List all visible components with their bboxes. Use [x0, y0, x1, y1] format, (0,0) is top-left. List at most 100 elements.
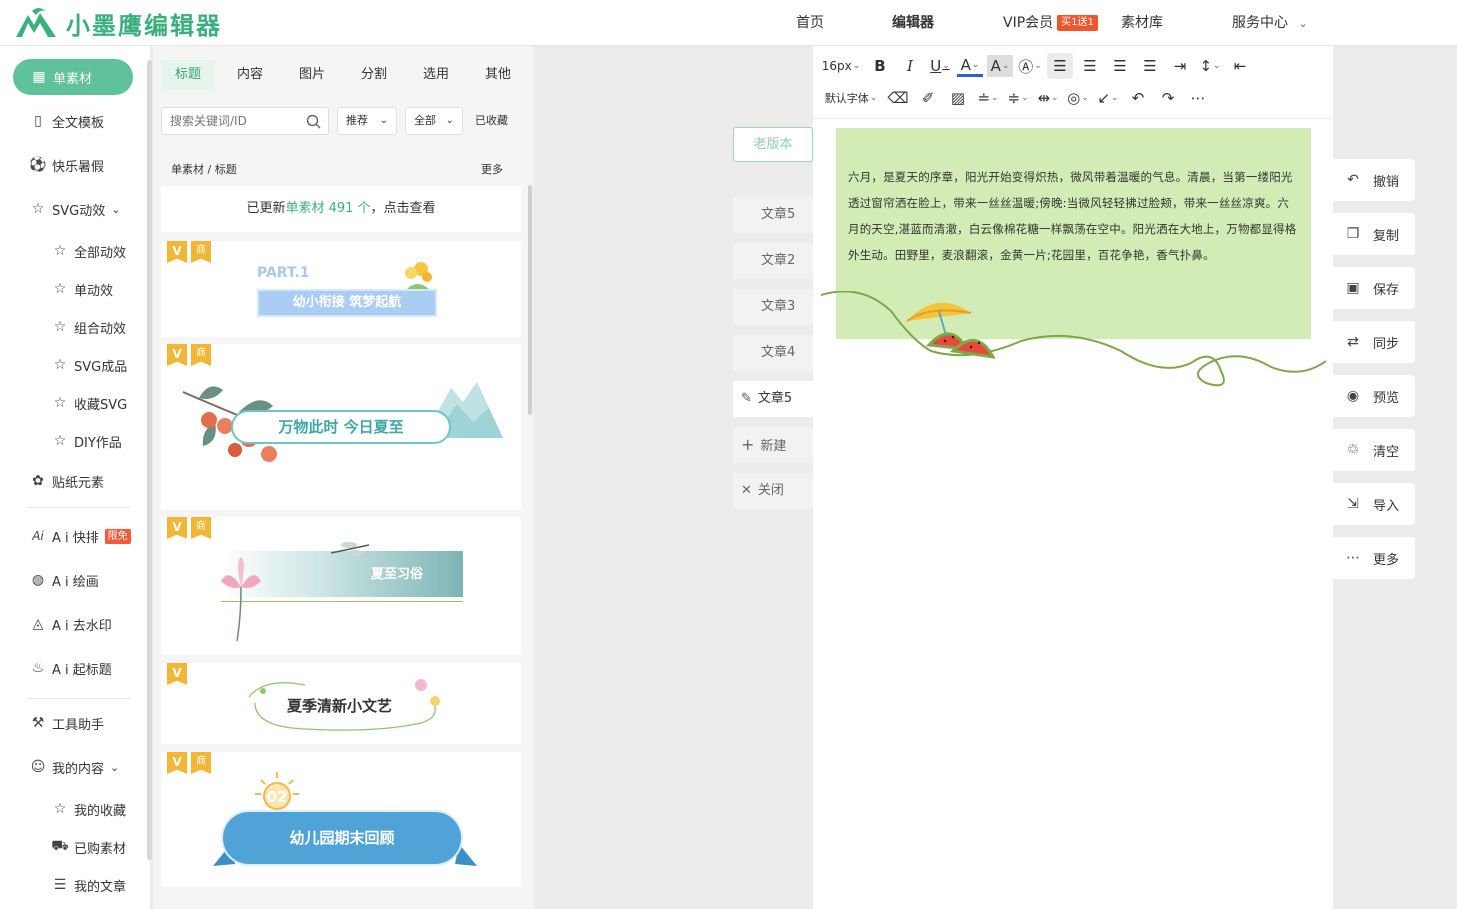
align-right-icon[interactable]: ☰ — [1107, 53, 1133, 79]
clear-button[interactable]: ♲ 清空 — [1333, 429, 1415, 471]
sidebar-item-full-template[interactable]: ▯ 全文模板 — [0, 104, 150, 138]
line-height-icon[interactable]: ↕ ⌄ — [1197, 53, 1223, 79]
spacing-after-icon[interactable]: ≑ ⌄ — [1005, 85, 1031, 111]
sidebar-item-ai-layout[interactable]: Ai A i 快排 限免 — [0, 519, 150, 553]
font-size-select[interactable]: 16px ⌄ — [819, 53, 863, 79]
content-paragraph[interactable]: 六月，是夏天的序章，阳光开始变得炽热，微风带着温暖的气息。清晨，当第一缕阳光透过… — [848, 164, 1300, 268]
search-input[interactable] — [162, 108, 292, 134]
sidebar-item-single-effect[interactable]: ☆ 单动效 — [0, 272, 150, 306]
sidebar-item-ai-title[interactable]: ♨ A i 起标题 — [0, 651, 150, 685]
close-article-button[interactable]: ✕ 关闭 — [733, 473, 813, 509]
font-color-icon[interactable]: A ⌄ — [957, 55, 983, 77]
sidebar-scrollbar[interactable] — [147, 60, 152, 860]
chevron-down-icon: ⌄ — [379, 115, 388, 126]
divider — [28, 507, 130, 508]
redo-icon[interactable]: ↷ — [1155, 85, 1181, 111]
material-card[interactable]: V 商 万物此时 今日夏至 — [161, 344, 521, 510]
materials-scrollbar[interactable] — [528, 185, 532, 415]
update-notice[interactable]: 已更新单素材 491 个，点击查看 — [161, 186, 521, 232]
nav-vip[interactable]: VIP会员 买1送1 — [1003, 0, 1098, 46]
search-icon[interactable] — [306, 114, 321, 129]
sidebar-item-svg-finished[interactable]: ☆ SVG成品 — [0, 348, 150, 382]
nav-service-label: 服务中心 — [1232, 15, 1288, 31]
sidebar-item-svg-favorites[interactable]: ☆ 收藏SVG — [0, 386, 150, 420]
sidebar-item-tools[interactable]: ⚒ 工具助手 — [0, 706, 150, 740]
edit-icon: ✎ — [741, 391, 752, 406]
sort-dropdown[interactable]: 推荐 ⌄ — [337, 107, 397, 135]
user-icon: ☺ — [30, 759, 46, 775]
spacing-before-icon[interactable]: ≐ ⌄ — [975, 85, 1001, 111]
doc-icon: ☰ — [53, 877, 67, 893]
font-family-select[interactable]: 默认字体 ⌄ — [821, 85, 881, 111]
sync-button[interactable]: ⇄ 同步 — [1333, 321, 1415, 363]
save-button[interactable]: ▣ 保存 — [1333, 267, 1415, 309]
import-button[interactable]: ⇲ 导入 — [1333, 483, 1415, 525]
underline-icon[interactable]: U ⌄ — [927, 53, 953, 79]
sidebar-item-my-content[interactable]: ☺ 我的内容 ⌄ — [0, 750, 150, 784]
align-justify-icon[interactable]: ☰ — [1137, 53, 1163, 79]
star-icon: ☆ — [53, 357, 67, 373]
tab-title[interactable]: 标题 — [161, 60, 215, 90]
sidebar-item-ai-draw[interactable]: ◍ A i 绘画 — [0, 563, 150, 597]
material-card[interactable]: V 夏季清新小文艺 — [161, 663, 521, 744]
article-tab[interactable]: 文章4 — [733, 335, 813, 371]
undo-icon[interactable]: ↶ — [1125, 85, 1151, 111]
old-version-button[interactable]: 老版本 — [733, 127, 813, 162]
align-center-icon[interactable]: ☰ — [1077, 53, 1103, 79]
arrow-icon[interactable]: ↙ ⌄ — [1095, 85, 1121, 111]
bulb-icon[interactable]: ◎ ⌄ — [1065, 85, 1091, 111]
tab-divider[interactable]: 分割 — [347, 60, 401, 90]
article-tab[interactable]: 文章2 — [733, 243, 813, 279]
indent-icon[interactable]: ⇥ — [1167, 53, 1193, 79]
exit-icon[interactable]: ⇤ — [1227, 53, 1253, 79]
more-button[interactable]: ⋯ 更多 — [1333, 537, 1415, 579]
more-tools-icon[interactable]: ⋯ — [1185, 85, 1211, 111]
logo[interactable]: 小墨鹰编辑器 — [14, 6, 222, 40]
sidebar-item-my-favorites[interactable]: ☆ 我的收藏 — [0, 792, 150, 826]
image-icon[interactable]: ▨ — [945, 85, 971, 111]
material-card[interactable]: V 商 夏至习俗 — [161, 517, 521, 655]
italic-icon[interactable]: I — [897, 53, 923, 79]
material-card[interactable]: V 商 02 幼儿园期末回顾 — [161, 752, 521, 887]
article-tab-active[interactable]: ✎ 文章5 — [733, 381, 813, 417]
nav-service[interactable]: 服务中心 ⌄ — [1232, 0, 1308, 46]
eraser-icon[interactable]: ⌫ — [885, 85, 911, 111]
bold-icon[interactable]: B — [867, 53, 893, 79]
nav-editor[interactable]: 编辑器 — [892, 0, 934, 46]
nav-home[interactable]: 首页 — [796, 0, 824, 46]
chevron-down-icon: ⌄ — [852, 61, 861, 71]
preview-button[interactable]: ◉ 预览 — [1333, 375, 1415, 417]
sidebar-item-diy[interactable]: ☆ DIY作品 — [0, 424, 150, 458]
sidebar-item-single-material[interactable]: ▦ 单素材 — [13, 59, 133, 95]
undo-button[interactable]: ↶ 撤销 — [1333, 159, 1415, 201]
ai-icon: Ai — [32, 529, 44, 543]
article-tab[interactable]: 文章3 — [733, 289, 813, 325]
material-card[interactable]: V 商 PART.1 幼小衔接 筑梦起航 — [161, 241, 521, 337]
tab-content[interactable]: 内容 — [223, 60, 277, 90]
sidebar-item-svg-effects[interactable]: ☆ SVG动效 ⌄ — [0, 192, 150, 226]
vip-promo-badge: 买1送1 — [1057, 15, 1098, 31]
tab-selected[interactable]: 选用 — [409, 60, 463, 90]
range-dropdown[interactable]: 全部 ⌄ — [405, 107, 463, 135]
clear-format-icon[interactable]: Ⓐ ⌄ — [1017, 53, 1043, 79]
favorites-filter[interactable]: 已收藏 — [475, 107, 508, 135]
format-brush-icon[interactable]: ✐ — [915, 85, 941, 111]
sidebar-item-purchased[interactable]: ⛟ 已购素材 — [0, 830, 150, 864]
highlight-color-icon[interactable]: A ⌄ — [987, 55, 1013, 77]
sidebar-item-stickers[interactable]: ✿ 贴纸元素 — [0, 464, 150, 498]
sidebar-item-ai-watermark[interactable]: ◬ A i 去水印 — [0, 607, 150, 641]
sidebar-item-all-effects[interactable]: ☆ 全部动效 — [0, 234, 150, 268]
letter-spacing-icon[interactable]: ⇹ ⌄ — [1035, 85, 1061, 111]
new-article-button[interactable]: + 新建 — [733, 427, 813, 463]
sidebar-item-summer[interactable]: ⚽ 快乐暑假 — [0, 148, 150, 182]
nav-materials[interactable]: 素材库 — [1121, 0, 1163, 46]
tab-image[interactable]: 图片 — [285, 60, 339, 90]
tab-other[interactable]: 其他 — [471, 60, 525, 90]
card-title: 幼小衔接 筑梦起航 — [257, 289, 437, 317]
copy-button[interactable]: ❐ 复制 — [1333, 213, 1415, 255]
more-link[interactable]: 更多 — [481, 161, 503, 177]
article-tab[interactable]: 文章5 — [733, 197, 813, 233]
align-left-icon[interactable]: ☰ — [1047, 53, 1073, 79]
sidebar-item-my-articles[interactable]: ☰ 我的文章 — [0, 868, 150, 902]
sidebar-item-combo-effect[interactable]: ☆ 组合动效 — [0, 310, 150, 344]
